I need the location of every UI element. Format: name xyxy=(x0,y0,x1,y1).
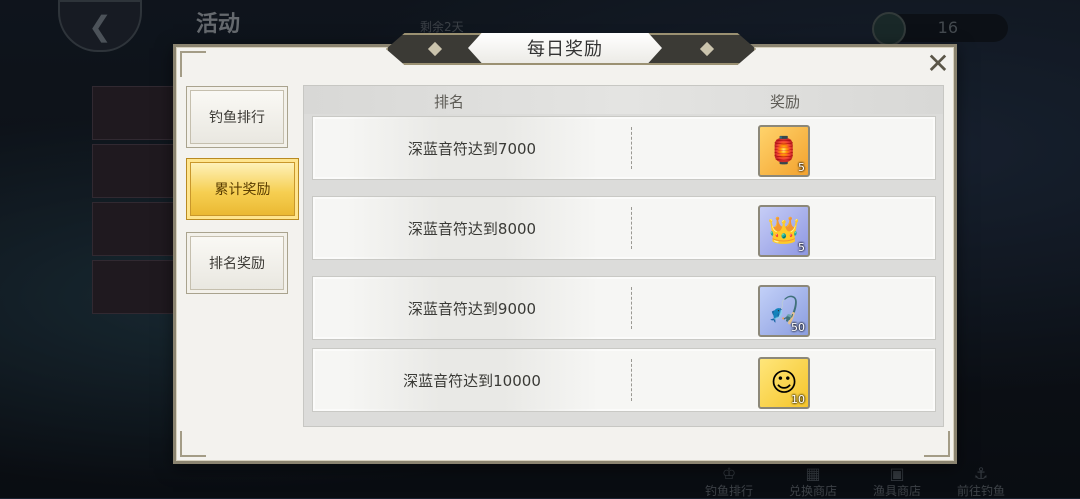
item-count: 5 xyxy=(798,161,805,174)
column-divider xyxy=(631,207,632,249)
column-divider xyxy=(631,127,632,169)
reward-item[interactable]: 🎣 50 xyxy=(758,285,810,337)
diamond-ornament-icon xyxy=(427,41,443,57)
tab-cumulative-reward[interactable]: 累计奖励 xyxy=(186,158,299,220)
reward-item[interactable]: 👑 5 xyxy=(758,205,810,257)
reward-condition: 深蓝音符达到9000 xyxy=(313,277,631,339)
item-count: 10 xyxy=(791,393,805,406)
table-row: 深蓝音符达到8000 👑 5 xyxy=(312,196,936,260)
item-count: 5 xyxy=(798,241,805,254)
frame-corner xyxy=(180,51,206,77)
frame-corner xyxy=(924,431,950,457)
column-header-rank: 排名 xyxy=(433,93,464,111)
table-row: 深蓝音符达到9000 🎣 50 xyxy=(312,276,936,340)
reward-condition: 深蓝音符达到8000 xyxy=(313,197,631,259)
close-icon: ✕ xyxy=(926,46,950,80)
table-header: 排名 奖励 xyxy=(304,86,943,114)
reward-condition: 深蓝音符达到10000 xyxy=(313,349,631,411)
reward-item[interactable]: 🏮 5 xyxy=(758,125,810,177)
reward-item[interactable]: ☺ 10 xyxy=(758,357,810,409)
table-row: 深蓝音符达到7000 🏮 5 xyxy=(312,116,936,180)
tab-rank-reward[interactable]: 排名奖励 xyxy=(186,232,288,294)
tab-fishing-rank[interactable]: 钓鱼排行 xyxy=(186,86,288,148)
frame-corner xyxy=(180,431,206,457)
column-divider xyxy=(631,359,632,401)
table-row: 深蓝音符达到10000 ☺ 10 xyxy=(312,348,936,412)
column-header-reward: 奖励 xyxy=(769,93,800,111)
column-divider xyxy=(631,287,632,329)
reward-table: 排名 奖励 深蓝音符达到7000 🏮 5 深蓝音符达到8000 👑 5 深蓝音符… xyxy=(303,85,944,427)
dialog-title: 每日奖励 xyxy=(468,33,662,63)
item-count: 50 xyxy=(791,321,805,334)
close-button[interactable]: ✕ xyxy=(921,46,955,80)
diamond-ornament-icon xyxy=(699,41,715,57)
reward-condition: 深蓝音符达到7000 xyxy=(313,117,631,179)
